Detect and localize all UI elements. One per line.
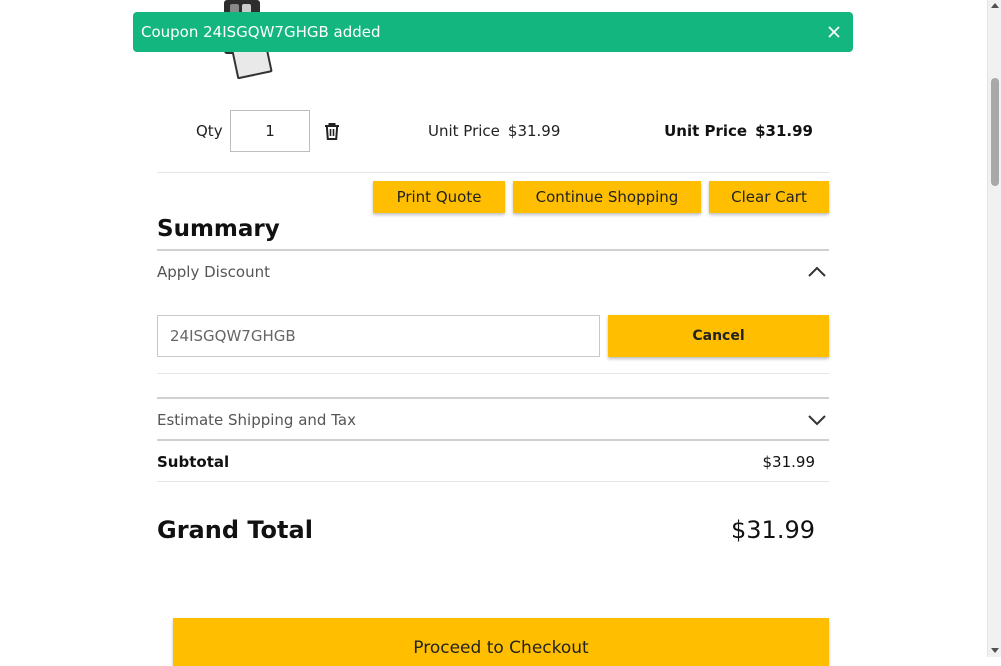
cart-page: Coupon 24ISGQW7GHGB added Qty Unit Price… — [0, 0, 987, 666]
trash-icon[interactable] — [322, 121, 342, 141]
unit-price: Unit Price $31.99 — [428, 122, 560, 140]
coupon-code-input[interactable] — [157, 315, 600, 357]
toast-message: Coupon 24ISGQW7GHGB added — [141, 23, 381, 41]
scroll-down-icon[interactable] — [991, 648, 999, 653]
row-price-label: Unit Price — [664, 122, 748, 140]
divider — [157, 397, 829, 399]
cancel-coupon-button[interactable]: Cancel — [608, 315, 829, 357]
close-icon[interactable] — [825, 23, 843, 41]
chevron-up-icon[interactable] — [807, 264, 827, 278]
qty-label: Qty — [196, 122, 223, 140]
scroll-up-icon[interactable] — [991, 3, 999, 8]
divider — [157, 373, 829, 374]
coupon-added-toast: Coupon 24ISGQW7GHGB added — [133, 12, 853, 52]
unit-price-value: $31.99 — [507, 122, 561, 140]
grand-total-label: Grand Total — [157, 516, 313, 544]
scrollbar[interactable] — [987, 0, 1001, 657]
chevron-down-icon[interactable] — [807, 412, 827, 426]
apply-discount-toggle[interactable]: Apply Discount — [157, 263, 270, 281]
row-price: Unit Price $31.99 — [664, 122, 813, 140]
scrollbar-thumb[interactable] — [991, 78, 999, 186]
estimate-shipping-toggle[interactable]: Estimate Shipping and Tax — [157, 411, 356, 429]
divider — [157, 439, 829, 441]
continue-shopping-button[interactable]: Continue Shopping — [513, 181, 701, 213]
clear-cart-button[interactable]: Clear Cart — [709, 181, 829, 213]
subtotal-label: Subtotal — [157, 453, 230, 471]
divider — [157, 249, 829, 251]
grand-total-value: $31.99 — [731, 516, 815, 544]
proceed-to-checkout-button[interactable]: Proceed to Checkout — [173, 618, 829, 666]
divider — [157, 172, 829, 173]
unit-price-label: Unit Price — [428, 122, 500, 140]
divider — [157, 481, 829, 482]
print-quote-button[interactable]: Print Quote — [373, 181, 505, 213]
summary-title: Summary — [157, 216, 280, 242]
subtotal-value: $31.99 — [762, 453, 816, 471]
qty-input[interactable] — [230, 110, 310, 152]
row-price-value: $31.99 — [755, 122, 813, 140]
